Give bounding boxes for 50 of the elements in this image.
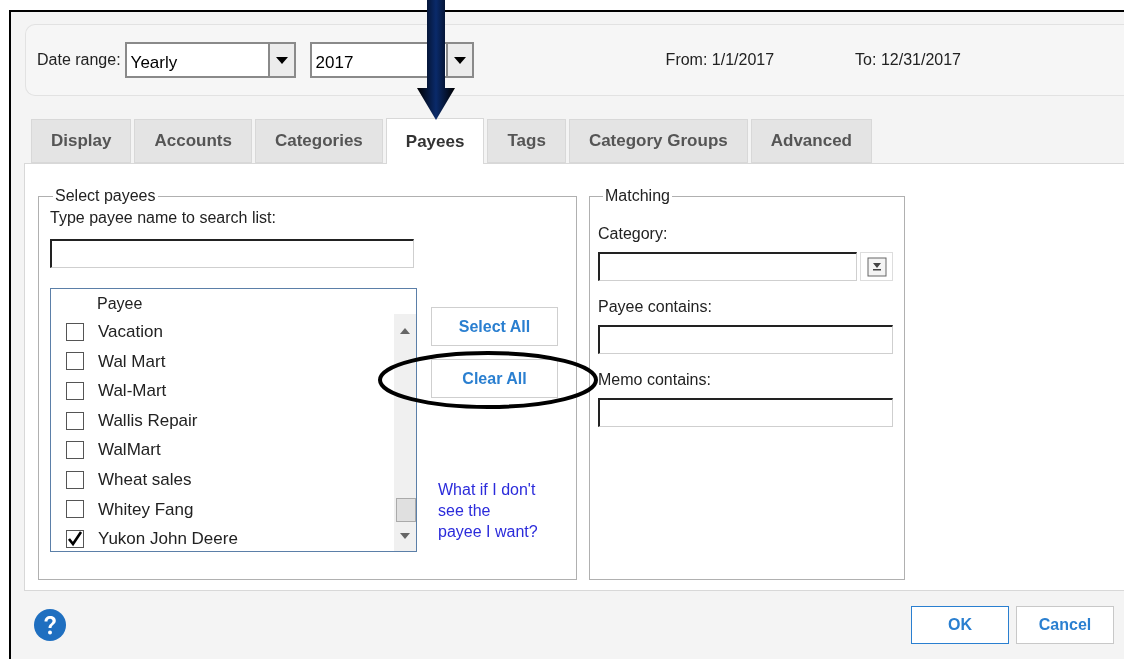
payee-item[interactable]: Wallis Repair [51, 405, 396, 436]
checkbox[interactable] [66, 411, 84, 430]
text-field[interactable] [598, 398, 893, 427]
payee-item[interactable]: Wal-Mart [51, 376, 396, 406]
text-field[interactable] [598, 252, 857, 281]
payee-item[interactable]: WalMart [51, 435, 396, 465]
text-field[interactable] [598, 325, 893, 354]
tab[interactable]: Display [31, 119, 132, 163]
group-title: Matching [604, 186, 671, 206]
scrollbar[interactable] [394, 314, 416, 551]
payee-item[interactable]: Yukon John Deere [51, 524, 396, 554]
tab[interactable]: Advanced [750, 119, 872, 163]
group-title: Select payees [54, 186, 157, 206]
tab[interactable]: Payees [385, 118, 485, 164]
payee-item[interactable]: Vacation [51, 317, 396, 347]
field-label: Memo contains: [598, 370, 712, 390]
action-button[interactable]: Clear All [431, 359, 558, 398]
dropdown[interactable]: Yearly [124, 42, 296, 78]
tab[interactable]: Accounts [134, 119, 252, 163]
tab[interactable]: Tags [487, 119, 566, 163]
payee-item[interactable]: Wheat sales [51, 464, 396, 495]
help-icon[interactable] [33, 608, 67, 642]
column-header: Payee [97, 294, 144, 314]
checkbox[interactable] [66, 382, 84, 400]
checkbox[interactable] [66, 322, 84, 341]
field-label: Payee contains: [598, 297, 713, 317]
date-range-label: Date range: [37, 50, 121, 70]
checkbox[interactable] [66, 529, 84, 548]
scroll-up-icon[interactable] [400, 328, 410, 334]
field-label: Category: [598, 224, 669, 244]
checkbox[interactable] [66, 470, 84, 489]
checkbox[interactable] [66, 441, 84, 460]
download-icon [866, 256, 887, 277]
to-date: To: 12/31/2017 [855, 50, 961, 70]
from-date: From: 1/1/2017 [665, 50, 775, 70]
checkbox[interactable] [66, 352, 84, 371]
dropdown-button[interactable] [860, 252, 893, 281]
help-link[interactable]: What if I don't see the payee I want? [438, 479, 538, 542]
payee-item[interactable]: Wal Mart [51, 346, 396, 377]
checkbox[interactable] [66, 500, 84, 519]
tab[interactable]: Categories [254, 119, 383, 163]
scroll-thumb[interactable] [396, 498, 416, 522]
search-label: Type payee name to search list: [50, 208, 277, 228]
payee-item[interactable]: Whitey Fang [51, 494, 396, 525]
dialog-button[interactable]: Cancel [1016, 606, 1114, 644]
tab[interactable]: Category Groups [568, 119, 748, 163]
text-field[interactable] [50, 239, 414, 268]
scroll-down-icon[interactable] [400, 533, 410, 539]
action-button[interactable]: Select All [431, 307, 558, 346]
dialog-button[interactable]: OK [911, 606, 1009, 644]
